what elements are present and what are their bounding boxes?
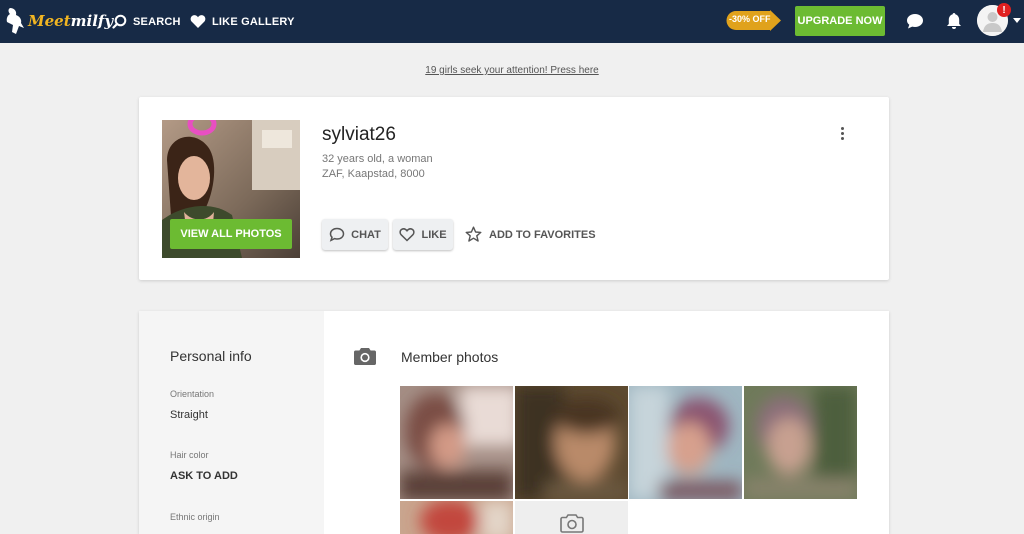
profile-username: sylviat26: [322, 124, 396, 145]
member-photo-thumbnail[interactable]: [515, 386, 628, 499]
chevron-down-icon[interactable]: [1013, 18, 1021, 23]
orientation-label: Orientation: [170, 389, 215, 399]
personal-info-panel: Personal info Orientation Straight Hair …: [139, 311, 324, 534]
like-button[interactable]: LIKE: [393, 219, 453, 250]
profile-age-gender: 32 years old, a woman: [322, 153, 433, 165]
chat-bubble-icon: [907, 14, 923, 29]
attention-link[interactable]: 19 girls seek your attention! Press here: [0, 65, 1024, 76]
member-photo-thumbnail[interactable]: [400, 501, 513, 534]
more-options-icon[interactable]: [837, 127, 847, 145]
site-logo[interactable]: Meetmilfy: [4, 6, 113, 36]
member-photo-thumbnail[interactable]: [400, 386, 513, 499]
profile-card: VIEW ALL PHOTOS sylviat26 32 years old, …: [139, 97, 889, 280]
chat-button[interactable]: CHAT: [322, 219, 388, 250]
nav-search[interactable]: SEARCH: [112, 0, 181, 43]
add-photo-placeholder[interactable]: [515, 501, 628, 534]
promo-text: -30% OFF: [729, 14, 771, 24]
heart-outline-icon: [399, 228, 416, 242]
alert-badge: !: [997, 3, 1011, 17]
star-outline-icon: [465, 226, 482, 242]
hair-color-label: Hair color: [170, 450, 209, 460]
search-icon: [112, 14, 127, 29]
ethnic-origin-label: Ethnic origin: [170, 512, 220, 522]
member-photo-thumbnail[interactable]: [744, 386, 857, 499]
profile-details-card: Personal info Orientation Straight Hair …: [139, 311, 889, 534]
camera-icon: [353, 346, 377, 371]
like-button-label: LIKE: [421, 228, 447, 241]
logo-text: Meetmilfy: [28, 12, 114, 30]
upgrade-now-button[interactable]: UPGRADE NOW: [795, 6, 885, 36]
messages-button[interactable]: [905, 11, 925, 31]
personal-info-title: Personal info: [170, 348, 252, 364]
orientation-value: Straight: [170, 409, 208, 421]
add-to-favorites-button[interactable]: ADD TO FAVORITES: [465, 219, 596, 250]
camera-outline-icon: [560, 514, 584, 533]
chat-button-label: CHAT: [351, 228, 381, 241]
profile-location: ZAF, Kaapstad, 8000: [322, 168, 425, 180]
add-to-favorites-label: ADD TO FAVORITES: [489, 228, 596, 241]
chat-icon: [329, 227, 345, 242]
heart-icon: [190, 15, 206, 28]
nav-search-label: SEARCH: [133, 15, 181, 28]
hair-color-ask-to-add[interactable]: ASK TO ADD: [170, 470, 238, 482]
view-all-photos-button[interactable]: VIEW ALL PHOTOS: [170, 219, 292, 249]
notifications-button[interactable]: [944, 11, 964, 31]
member-photo-thumbnail[interactable]: [629, 386, 742, 499]
bell-icon: [947, 13, 961, 29]
nav-like-gallery[interactable]: LIKE GALLERY: [190, 0, 295, 43]
logo-figure-icon: [6, 8, 25, 34]
top-nav-bar: Meetmilfy SEARCH LIKE GALLERY -30% OFF U…: [0, 0, 1024, 43]
member-photos-title: Member photos: [401, 349, 499, 365]
discount-promo-badge[interactable]: -30% OFF: [726, 10, 782, 31]
nav-like-gallery-label: LIKE GALLERY: [212, 15, 295, 28]
